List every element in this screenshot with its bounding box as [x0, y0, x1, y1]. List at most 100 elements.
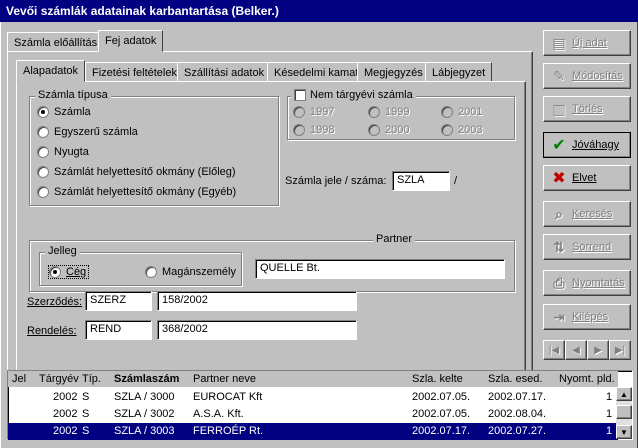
col-jel[interactable]: Jel — [12, 373, 26, 385]
radio-ceg[interactable]: Cég — [47, 265, 90, 279]
tab-label: Fej adatok — [105, 35, 157, 47]
szerzodes-code-input[interactable]: SZERZ — [85, 291, 152, 311]
radio-year-1999[interactable]: 1999 — [368, 106, 409, 118]
cell-partner: FERROÉP Rt. — [193, 425, 264, 437]
tab-labjegyzet[interactable]: Lábjegyzet — [425, 62, 493, 82]
radio-year-2003[interactable]: 2003 — [441, 124, 482, 136]
tab-label: Megjegyzés — [364, 66, 423, 79]
window-title: Vevői számlák adatainak karbantartása (B… — [6, 4, 279, 18]
checkmark-icon: ✔ — [552, 137, 566, 154]
radio-egyszeru-szamla[interactable]: Egyszerű számla — [37, 126, 138, 138]
cell-targyev: 2002 — [53, 425, 78, 437]
col-targyev[interactable]: Tárgyév — [39, 373, 79, 385]
button-label: Keresés — [572, 208, 613, 220]
partner-title: Partner — [373, 233, 416, 245]
tab-alapadatok[interactable]: Alapadatok — [16, 60, 86, 82]
table-row-selected[interactable]: 2002 S SZLA / 3003 FERROÉP Rt. 2002.07.1… — [8, 423, 618, 440]
jovahagy-button[interactable]: ✔ Jóváhagy — [543, 132, 631, 158]
invoice-grid[interactable]: Jel Tárgyév Típ. Számlaszám Partner neve… — [7, 370, 633, 440]
modositas-button[interactable]: ✎ Módosítás — [543, 63, 631, 89]
col-kelte[interactable]: Szla. kelte — [412, 373, 463, 385]
radio-dot — [37, 146, 49, 158]
radio-egyeb[interactable]: Számlát helyettesítő okmány (Egyéb) — [37, 186, 236, 198]
col-partner[interactable]: Partner neve — [193, 373, 256, 385]
tab-kesedelmi-kamat[interactable]: Késedelmi kamat — [267, 62, 366, 82]
window-title-bar[interactable]: Vevői számlák adatainak karbantartása (B… — [0, 0, 638, 22]
button-label: Módosítás — [572, 70, 623, 82]
rendeles-number-input[interactable]: 368/2002 — [157, 320, 357, 340]
nem-targyevi-checkbox[interactable] — [294, 89, 306, 101]
radio-dot — [293, 106, 305, 118]
szamla-jele-separator: / — [454, 175, 458, 187]
nyomtatas-button[interactable]: ⎙ Nyomtatás — [543, 270, 631, 296]
scroll-thumb[interactable] — [616, 405, 632, 419]
tab-megjegyzes[interactable]: Megjegyzés — [357, 62, 430, 82]
sorrend-button[interactable]: ⇅ Sorrend — [543, 234, 631, 260]
tab-fej-adatok[interactable]: Fej adatok — [98, 30, 164, 52]
tab-szallitasi-adatok[interactable]: Szállítási adatok — [177, 62, 272, 82]
tab-szamla-eloallitas[interactable]: Számla előállítás — [7, 32, 105, 52]
radio-year-1998[interactable]: 1998 — [293, 124, 334, 136]
radio-label: Számlát helyettesítő okmány (Egyéb) — [54, 186, 237, 198]
radio-label: Számlát helyettesítő okmány (Előleg) — [54, 166, 236, 178]
main-window: Számla előállítás Fej adatok Alapadatok … — [0, 22, 638, 448]
torles-button[interactable]: ▥ Törlés — [543, 96, 631, 122]
elvet-button[interactable]: ✖ Elvet — [543, 165, 631, 191]
radio-label: Egyszerű számla — [54, 126, 138, 138]
rendeles-code-input[interactable]: REND — [85, 320, 152, 340]
button-label: Sorrend — [572, 241, 612, 253]
tab-fizetesi-feltetelek[interactable]: Fizetési feltételek — [85, 62, 184, 82]
szamla-jele-label: Számla jele / száma: — [285, 175, 387, 187]
radio-year-1997[interactable]: 1997 — [293, 106, 334, 118]
table-row[interactable]: 2002 S SZLA / 3000 EUROCAT Kft 2002.07.0… — [8, 389, 618, 406]
scroll-up-button[interactable]: ▲ — [616, 387, 632, 401]
arrow-down-icon: ▼ — [620, 427, 628, 437]
nem-targyevi-title: Nem tárgyévi számla — [310, 89, 413, 101]
cell-kelte: 2002.07.05. — [412, 408, 471, 420]
radio-year-2000[interactable]: 2000 — [368, 124, 409, 136]
radio-eloleg[interactable]: Számlát helyettesítő okmány (Előleg) — [37, 166, 236, 178]
button-label: Elvet — [572, 172, 597, 184]
szerzodes-label: Szerződés: — [27, 296, 83, 308]
nav-first-button[interactable]: |◀ — [543, 340, 565, 360]
radio-szamla[interactable]: Számla — [37, 106, 91, 118]
szerzodes-number-input[interactable]: 158/2002 — [157, 291, 357, 311]
cell-pld: 1 — [606, 408, 613, 420]
radio-maganszemely[interactable]: Magánszemély — [145, 266, 236, 278]
radio-dot — [37, 126, 49, 138]
cell-targyev: 2002 — [53, 391, 78, 403]
nav-last-button[interactable]: ▶| — [609, 340, 631, 360]
szamla-tipusa-title: Számla típusa — [35, 89, 111, 101]
col-esed[interactable]: Szla. esed. — [488, 373, 542, 385]
kilepes-button[interactable]: ⇥ Kilépés — [543, 304, 631, 330]
scroll-down-button[interactable]: ▼ — [616, 425, 632, 439]
cell-esed: 2002.07.27. — [488, 425, 547, 437]
cell-tip: S — [82, 391, 90, 403]
nav-next-button[interactable]: ▶ — [587, 340, 609, 360]
button-label: Új adat — [572, 37, 607, 49]
nav-prev-button[interactable]: ◀ — [565, 340, 587, 360]
cell-targyev: 2002 — [53, 408, 78, 420]
trash-icon: ▥ — [552, 100, 566, 117]
cell-tip: S — [82, 408, 90, 420]
cell-partner: A.S.A. Kft. — [193, 408, 244, 420]
col-tip[interactable]: Típ. — [82, 373, 101, 385]
radio-dot — [37, 186, 49, 198]
partner-input[interactable]: QUELLE Bt. — [255, 259, 505, 279]
col-szamlaszam[interactable]: Számlaszám — [114, 373, 179, 385]
radio-year-2001[interactable]: 2001 — [441, 106, 482, 118]
last-icon: ▶| — [614, 344, 626, 356]
kereses-button[interactable]: ⌕ Keresés — [543, 201, 631, 227]
radio-nyugta[interactable]: Nyugta — [37, 146, 89, 158]
uj-adat-button[interactable]: ▤ Új adat — [543, 30, 631, 56]
radio-label: 2003 — [458, 124, 483, 136]
radio-dot — [37, 106, 49, 118]
col-pld[interactable]: Nyomt. pld. — [559, 373, 615, 385]
table-row[interactable]: 2002 S SZLA / 3002 A.S.A. Kft. 2002.07.0… — [8, 406, 618, 423]
exit-icon: ⇥ — [553, 308, 565, 325]
grid-scrollbar[interactable]: ▲ ▼ — [616, 387, 632, 439]
szamla-jele-input[interactable]: SZLA — [392, 171, 450, 191]
cell-szamlaszam: SZLA / 3003 — [114, 425, 175, 437]
nem-targyevi-header[interactable]: Nem tárgyévi számla — [291, 89, 416, 101]
tab-label: Szállítási adatok — [184, 66, 265, 79]
